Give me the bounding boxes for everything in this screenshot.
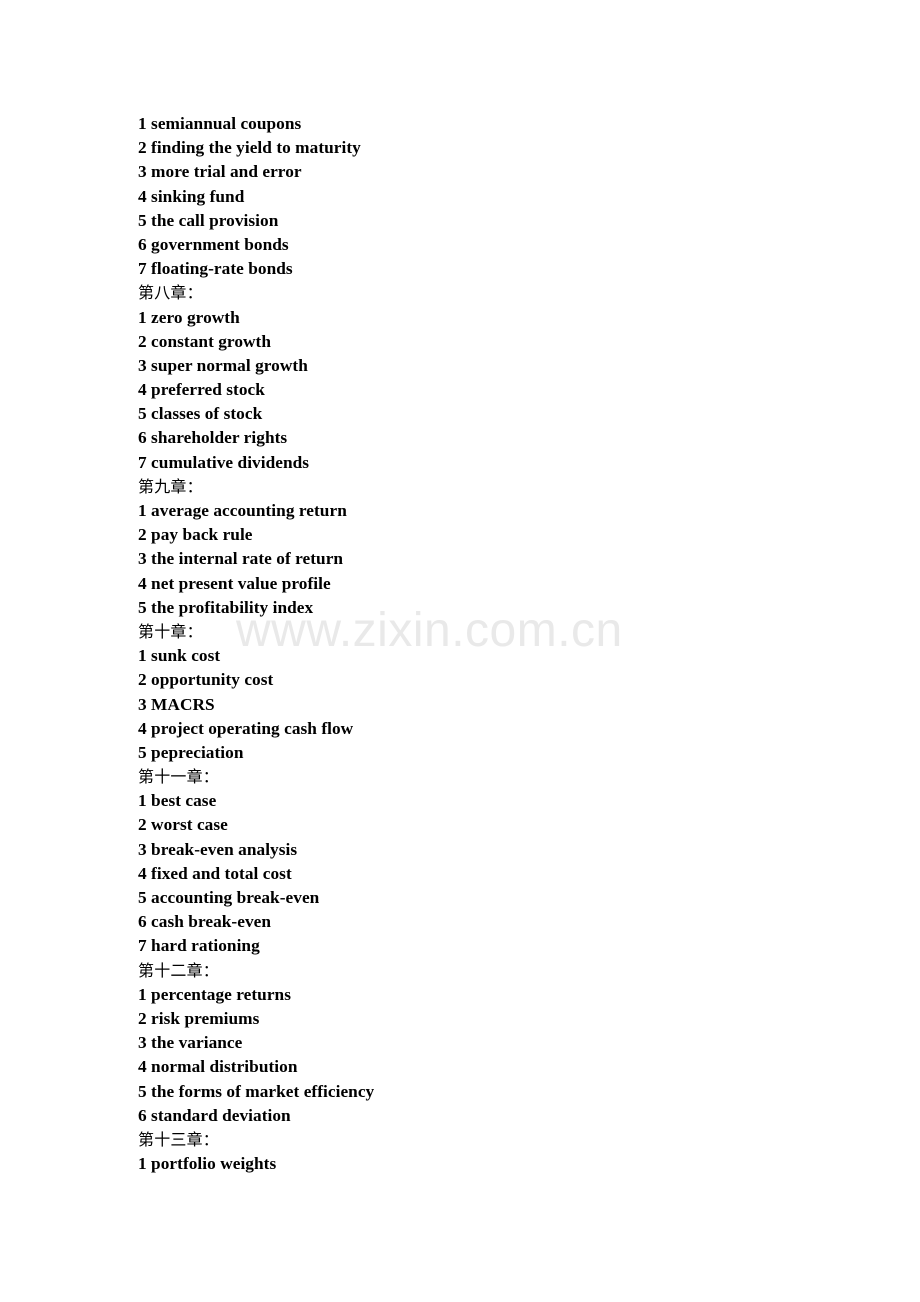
term-list-item: 6 shareholder rights (138, 428, 288, 448)
term-list-item: 7 floating-rate bonds (138, 259, 293, 279)
term-list-item: 4 fixed and total cost (138, 863, 292, 883)
term-list-item: 1 average accounting return (138, 501, 347, 520)
term-list-item: 5 classes of stock (138, 404, 263, 424)
term-list-item: 3 MACRS (138, 694, 215, 714)
term-list-item: 4 sinking fund (138, 186, 245, 206)
chapter-heading: 第十三章： (138, 1129, 220, 1149)
term-list-item: 1 best case (138, 791, 217, 811)
term-list-item: 5 the forms of market efficiency (138, 1081, 375, 1101)
term-list-item: 7 hard rationing (138, 936, 260, 956)
term-list-item: 3 the internal rate of return (138, 549, 344, 569)
term-list-item: 2 opportunity cost (138, 670, 274, 690)
term-list-item: 5 the call provision (138, 210, 279, 230)
term-list-item: 3 super normal growth (138, 355, 308, 375)
term-list-item: 3 more trial and error (138, 162, 302, 182)
term-list-item: 2 finding the yield to maturity (138, 138, 361, 158)
term-list-item: 6 government bonds (138, 234, 289, 254)
chapter-heading: 第十一章： (138, 767, 220, 787)
term-list-item: 2 risk premiums (138, 1008, 260, 1028)
term-list-item: 6 standard deviation (138, 1105, 291, 1125)
term-list-item: 1 portfolio weights (138, 1154, 277, 1174)
term-list-item: 5 accounting break-even (138, 888, 320, 907)
term-list-item: 4 normal distribution (138, 1057, 298, 1077)
term-list-item: 5 pepreciation (138, 742, 244, 762)
term-list-item: 2 pay back rule (138, 525, 253, 545)
term-list-item: 4 project operating cash flow (138, 718, 354, 738)
term-list-item: 4 net present value profile (138, 573, 331, 593)
term-list-item: 1 zero growth (138, 307, 240, 327)
term-list-item: 2 constant growth (138, 331, 272, 351)
term-list-item: 5 the profitability index (138, 597, 314, 617)
term-list-item: 3 the variance (138, 1033, 243, 1053)
document-page: www.zixin.com.cn 1 semiannual coupons 2 f… (0, 0, 920, 1302)
term-list-item: 1 semiannual coupons (138, 114, 302, 133)
term-list-item: 7 cumulative dividends (138, 452, 310, 472)
chapter-heading: 第九章： (138, 476, 203, 496)
term-list-item: 2 worst case (138, 815, 228, 835)
term-list-item: 3 break-even analysis (138, 839, 298, 859)
term-list-item: 1 sunk cost (138, 646, 221, 666)
chapter-heading: 第十二章： (138, 960, 220, 980)
document-text-body: 1 semiannual coupons 2 finding the yield … (138, 112, 838, 1176)
term-list-item: 1 percentage returns (138, 984, 291, 1004)
chapter-heading: 第八章： (138, 283, 203, 303)
term-list-item: 4 preferred stock (138, 380, 265, 400)
chapter-heading: 第十章： (138, 621, 203, 641)
term-list-item: 6 cash break-even (138, 912, 272, 932)
